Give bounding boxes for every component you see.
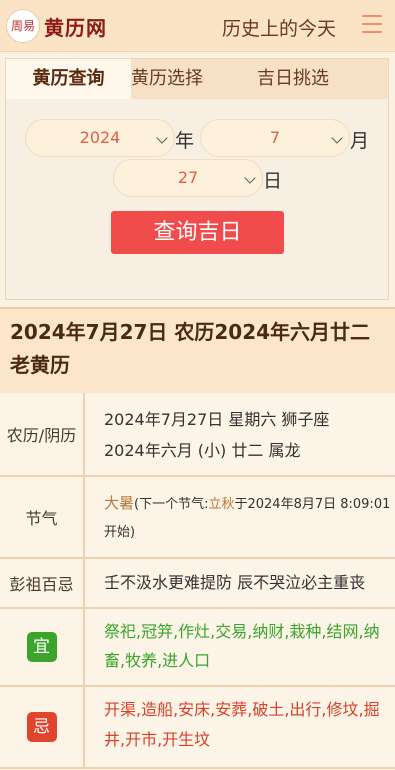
day-unit: 日: [263, 170, 283, 192]
year-value: 2024: [79, 128, 121, 147]
history-today-link[interactable]: 历史上的今天: [222, 14, 336, 41]
day-value: 27: [177, 168, 199, 187]
row-lunar: 农历/阴历 2024年7月27日 星期六 狮子座 2024年六月 (小) 廿二 …: [0, 393, 395, 477]
year-select[interactable]: 2024: [25, 119, 175, 157]
logo-seal-icon: 周易: [6, 9, 40, 43]
yi-badge: 宜: [26, 632, 57, 662]
row-label: 彭祖百忌: [0, 559, 85, 607]
month-value: 7: [269, 128, 281, 147]
query-panel: 黄历查询 黄历选择 吉日挑选 2024 年 7 月 27 日 查询吉日: [5, 58, 389, 300]
site-header: 周易 黄历网 历史上的今天: [0, 0, 395, 52]
ji-badge: 忌: [26, 712, 57, 742]
tab-almanac-select[interactable]: 黄历选择: [131, 59, 221, 99]
row-pengzu: 彭祖百忌 壬不汲水更难提防 辰不哭泣必主重丧: [0, 559, 395, 609]
day-select[interactable]: 27: [113, 159, 263, 197]
solar-date-line: 2024年7月27日 星期六 狮子座: [104, 410, 330, 429]
next-term-prefix: (下一个节气:: [134, 497, 209, 512]
chevron-down-icon: [331, 132, 343, 144]
menu-icon[interactable]: [362, 15, 382, 35]
row-value: 壬不汲水更难提防 辰不哭泣必主重丧: [104, 573, 366, 592]
lunar-date-line: 2024年六月 (小) 廿二 属龙: [104, 441, 301, 460]
chevron-down-icon: [244, 172, 256, 184]
site-logo[interactable]: 周易 黄历网: [6, 9, 107, 43]
row-value: 大暑(下一个节气:立秋于2024年8月7日 8:09:01开始): [104, 489, 392, 547]
row-jieqi: 节气 大暑(下一个节气:立秋于2024年8月7日 8:09:01开始): [0, 477, 395, 559]
tab-bar: 黄历查询 黄历选择 吉日挑选: [6, 59, 388, 99]
row-value: 开渠,造船,安床,安葬,破土,出行,修坟,掘井,开市,开生坟: [104, 700, 380, 749]
query-button[interactable]: 查询吉日: [111, 211, 284, 254]
tab-auspicious-pick[interactable]: 吉日挑选: [257, 59, 357, 99]
next-solar-term[interactable]: 立秋: [208, 497, 234, 512]
chevron-down-icon: [156, 132, 168, 144]
row-value: 祭祀,冠笄,作灶,交易,纳财,栽种,结网,纳畜,牧养,进人口: [104, 622, 380, 670]
current-solar-term[interactable]: 大暑: [104, 494, 134, 512]
row-label-cell: 宜: [0, 609, 85, 685]
month-select[interactable]: 7: [200, 119, 350, 157]
month-unit: 月: [350, 130, 370, 152]
row-value: 2024年7月27日 星期六 狮子座 2024年六月 (小) 廿二 属龙: [104, 404, 392, 466]
result-title-box: 2024年7月27日 农历2024年六月廿二老黄历: [0, 307, 395, 393]
tab-almanac-query[interactable]: 黄历查询: [6, 59, 131, 99]
row-ji: 忌 开渠,造船,安床,安葬,破土,出行,修坟,掘井,开市,开生坟: [0, 687, 395, 769]
logo-text: 黄历网: [44, 15, 107, 40]
page-title: 2024年7月27日 农历2024年六月廿二老黄历: [10, 320, 371, 377]
row-yi: 宜 祭祀,冠笄,作灶,交易,纳财,栽种,结网,纳畜,牧养,进人口: [0, 609, 395, 687]
row-label-cell: 忌: [0, 687, 85, 767]
row-label: 农历/阴历: [0, 393, 85, 475]
row-label: 节气: [0, 477, 85, 557]
logo-seal-text: 周易: [10, 19, 35, 33]
year-unit: 年: [175, 130, 195, 152]
